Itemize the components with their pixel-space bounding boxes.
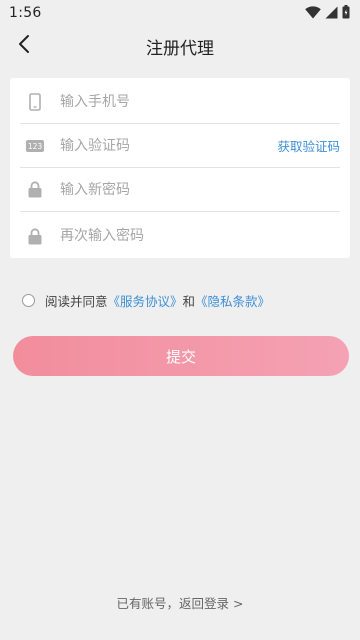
- submit-button[interactable]: 提交: [13, 336, 349, 376]
- phone-input[interactable]: [60, 86, 340, 117]
- agreement-row: 阅读并同意 《服务协议》 和 《隐私条款》: [22, 290, 270, 310]
- service-agreement-link[interactable]: 《服务协议》: [108, 291, 183, 310]
- back-button[interactable]: [10, 32, 38, 60]
- code-row: 123 获取验证码: [20, 124, 340, 168]
- nav-bar: 注册代理: [0, 26, 360, 66]
- phone-row: [20, 80, 340, 124]
- lock-icon: [24, 179, 46, 201]
- wifi-icon: [305, 4, 321, 23]
- lock-icon: [24, 225, 46, 247]
- code-input[interactable]: [60, 130, 278, 161]
- signal-icon: [325, 4, 338, 23]
- battery-icon: [342, 4, 350, 23]
- password-row: [20, 168, 340, 212]
- agreement-prefix: 阅读并同意: [45, 293, 108, 309]
- status-time: 1:56: [9, 5, 42, 21]
- code-123-icon: 123: [24, 135, 46, 157]
- agreement-conjunction: 和: [182, 293, 196, 309]
- confirm-password-row: [20, 214, 340, 258]
- page-title: 注册代理: [146, 38, 214, 59]
- status-bar: 1:56: [0, 0, 360, 26]
- back-to-login-link[interactable]: 已有账号，返回登录 >: [0, 593, 360, 612]
- phone-icon: [24, 91, 46, 113]
- register-form: 123 获取验证码: [10, 78, 350, 258]
- confirm-password-input[interactable]: [60, 221, 340, 251]
- chevron-left-icon: [17, 34, 31, 58]
- get-code-button[interactable]: 获取验证码: [277, 136, 340, 155]
- svg-text:123: 123: [28, 142, 43, 151]
- privacy-policy-link[interactable]: 《隐私条款》: [195, 291, 270, 310]
- status-icons: [305, 4, 350, 23]
- new-password-input[interactable]: [60, 174, 340, 205]
- agreement-checkbox[interactable]: [22, 293, 35, 307]
